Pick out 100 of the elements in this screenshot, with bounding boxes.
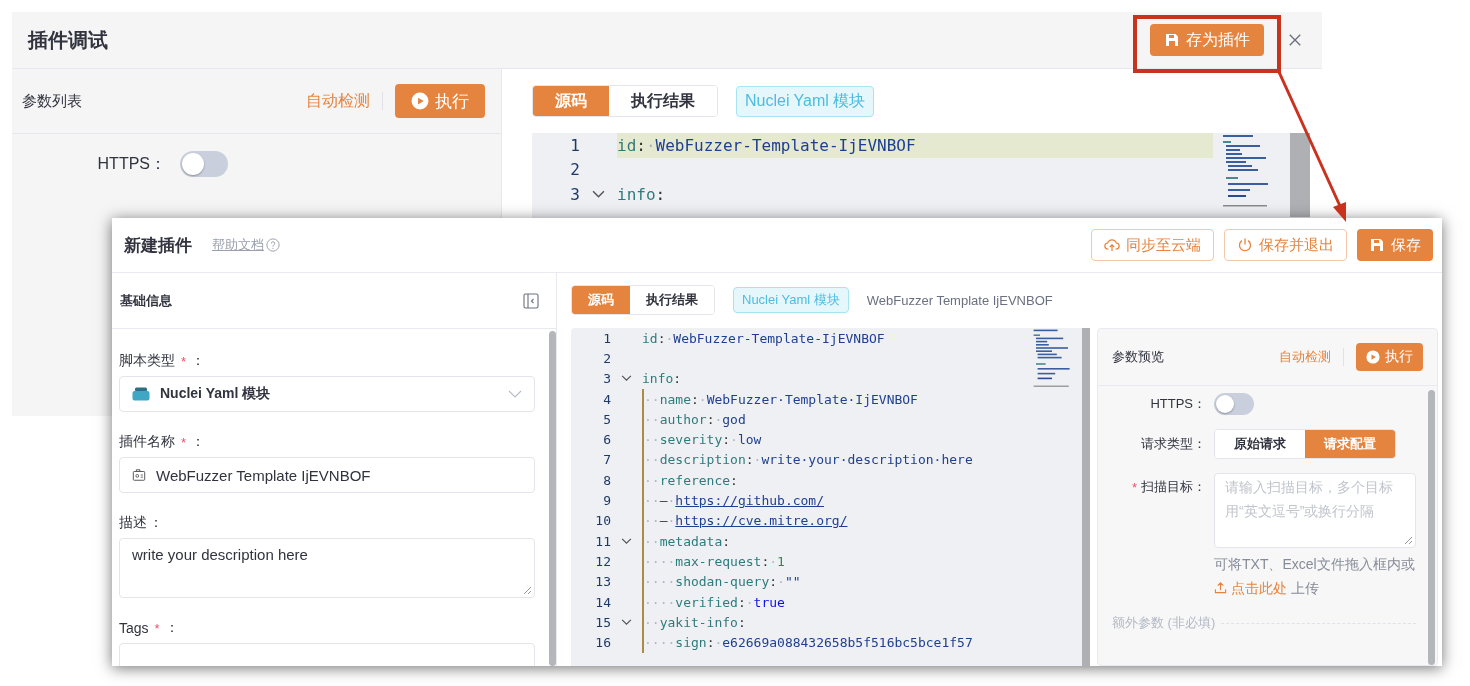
- type-tag: Nuclei Yaml 模块: [736, 85, 875, 117]
- sync-to-cloud-button[interactable]: 同步至云端: [1091, 229, 1214, 261]
- plugin-name-input[interactable]: WebFuzzer Template IjEVNBOF: [119, 457, 535, 493]
- code-line: ··–·https://cve.mitre.org/: [642, 510, 848, 531]
- tab[interactable]: 源码: [572, 286, 630, 314]
- line-number: 8: [602, 472, 611, 488]
- code-line: ··name:·WebFuzzer·Template·IjEVNBOF: [642, 388, 918, 410]
- panel-title: 参数预览: [1112, 348, 1164, 366]
- tab[interactable]: 源码: [533, 86, 609, 116]
- code-line: ··yakit-info:: [642, 612, 746, 633]
- line-number: 5: [602, 411, 611, 427]
- help-icon[interactable]: [266, 238, 280, 252]
- required-mark: *: [181, 434, 187, 450]
- upload-link[interactable]: 点击此处: [1214, 580, 1287, 596]
- line-number: 2: [602, 350, 611, 366]
- label-colon: ：: [164, 619, 179, 637]
- code-line: ····shodan-query:·"": [642, 571, 801, 592]
- scan-target-textarea[interactable]: 请输入扫描目标，多个目标用“英文逗号”或换行分隔: [1214, 473, 1416, 548]
- line-number: 16: [594, 635, 611, 651]
- window-title: 新建插件: [124, 234, 192, 257]
- fold-chevron-icon[interactable]: [621, 537, 632, 545]
- line-number: 15: [594, 614, 611, 630]
- line-number: 12: [594, 553, 611, 569]
- code-line: id:·WebFuzzer-Template-IjEVNBOF: [642, 329, 885, 348]
- line-number: 4: [602, 391, 611, 407]
- code-line: ··–·https://github.com/: [642, 490, 825, 511]
- help-link[interactable]: 帮助文档: [212, 236, 264, 254]
- fold-chevron-icon[interactable]: [621, 618, 632, 626]
- save-icon: [1369, 237, 1385, 253]
- save-as-plugin-button[interactable]: 存为插件: [1150, 24, 1264, 56]
- request-type-option[interactable]: 请求配置: [1305, 430, 1395, 458]
- field-label: HTTPS：: [1149, 395, 1206, 413]
- line-number: 1: [602, 330, 611, 346]
- cloud-upload-icon: [1104, 237, 1120, 253]
- chevron-down-icon: [508, 390, 522, 398]
- field-label: HTTPS：: [96, 153, 166, 174]
- line-number: 13: [594, 574, 611, 590]
- panel-title: 参数列表: [22, 91, 82, 111]
- section-title: 基础信息: [120, 291, 172, 310]
- code-link[interactable]: https://github.com/: [675, 493, 825, 508]
- line-number: 1: [569, 135, 580, 155]
- scrollbar[interactable]: [1290, 133, 1310, 217]
- fold-chevron-icon[interactable]: [621, 375, 632, 383]
- script-type-select[interactable]: Nuclei Yaml 模块: [119, 376, 535, 412]
- code-line: ··author:·god: [642, 409, 746, 430]
- play-icon: [1366, 350, 1380, 364]
- code-line: info:: [642, 370, 682, 389]
- code-line: ····sign:·e62669a088432658b5f516bc5bce1f57: [642, 632, 973, 653]
- fold-chevron-icon[interactable]: [592, 189, 605, 199]
- plugin-icon: [132, 468, 146, 482]
- line-number: 6: [602, 432, 611, 448]
- label-colon: ：: [191, 433, 206, 451]
- resize-handle-icon[interactable]: [1403, 535, 1413, 545]
- scrollbar[interactable]: [1428, 390, 1435, 665]
- line-number: 3: [569, 184, 580, 204]
- line-number: 3: [602, 371, 611, 387]
- save-button[interactable]: 保存: [1357, 229, 1433, 261]
- field-label: 扫描目标：: [1141, 478, 1206, 496]
- code-line: ····verified:·true: [642, 591, 785, 613]
- code-line: ··metadata:: [642, 530, 731, 552]
- field-label: 请求类型：: [1140, 435, 1206, 453]
- play-icon: [411, 92, 429, 110]
- run-button[interactable]: 执行: [1356, 343, 1423, 371]
- code-line: info:: [617, 183, 667, 206]
- window-title: 插件调试: [28, 27, 108, 53]
- resize-handle-icon[interactable]: [522, 585, 532, 595]
- close-icon[interactable]: [1288, 33, 1302, 47]
- line-number: 9: [602, 493, 611, 508]
- save-icon: [1164, 32, 1180, 48]
- collapse-panel-icon[interactable]: [523, 292, 539, 309]
- line-number: 7: [602, 452, 611, 468]
- https-toggle[interactable]: [1214, 393, 1254, 415]
- required-mark: *: [1131, 479, 1137, 495]
- line-number: 2: [569, 160, 580, 180]
- section-divider-title: 额外参数 (非必填): [1112, 614, 1216, 632]
- scrollbar[interactable]: [1082, 328, 1090, 666]
- code-line: ··description:·write·your·description·here: [642, 449, 973, 471]
- field-label: 脚本类型: [119, 352, 175, 370]
- https-toggle[interactable]: [180, 151, 228, 177]
- upload-hint: 可将TXT、Excel文件拖入框内或 点击此处 上传: [1214, 555, 1416, 598]
- description-textarea[interactable]: write your description here: [119, 538, 535, 598]
- required-mark: *: [181, 353, 187, 369]
- scrollbar[interactable]: [549, 331, 556, 666]
- line-number: 11: [594, 533, 611, 549]
- run-button[interactable]: 执行: [395, 84, 485, 118]
- plugin-name: WebFuzzer Template IjEVNBOF: [866, 292, 1053, 308]
- line-number: 14: [594, 594, 611, 610]
- code-line: ··reference:: [642, 470, 738, 491]
- save-and-exit-button[interactable]: 保存并退出: [1224, 229, 1347, 261]
- label-colon: ：: [149, 514, 163, 532]
- code-line: ····max-request:·1: [642, 551, 785, 572]
- auto-detect-link[interactable]: 自动检测: [306, 90, 370, 112]
- code-link[interactable]: https://cve.mitre.org/: [675, 513, 848, 529]
- power-icon: [1237, 237, 1253, 253]
- field-label: Tags: [119, 620, 149, 636]
- type-tag: Nuclei Yaml 模块: [733, 287, 849, 313]
- field-label: 描述: [119, 514, 147, 532]
- auto-detect-link[interactable]: 自动检测: [1279, 348, 1331, 366]
- field-label: 插件名称: [119, 433, 175, 451]
- stack-icon: [132, 387, 150, 401]
